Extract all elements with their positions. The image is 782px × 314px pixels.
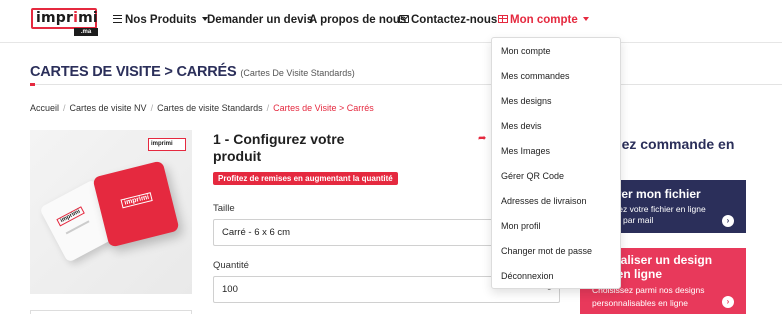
- design-panel-text: personnalisables en ligne: [592, 298, 688, 308]
- breadcrumb-separator: /: [63, 103, 66, 113]
- nav-about[interactable]: A propos de nous: [309, 13, 406, 27]
- title-accent-bar: [30, 83, 35, 86]
- dropdown-item-mes-images[interactable]: Mes Images: [501, 146, 550, 156]
- nav-devis[interactable]: Demander un devis: [207, 13, 313, 27]
- card-logo: imprimi: [120, 192, 154, 209]
- breadcrumb-item[interactable]: Cartes de visite NV: [70, 103, 147, 113]
- design-panel-title: nnaliser un design: [606, 253, 713, 267]
- site-logo[interactable]: imprimi .ma: [31, 8, 99, 36]
- breadcrumb-home[interactable]: Accueil: [30, 103, 59, 113]
- dropdown-item-mes-commandes[interactable]: Mes commandes: [501, 71, 570, 81]
- dropdown-item-adresses[interactable]: Adresses de livraison: [501, 196, 587, 206]
- account-dropdown-menu: Mon compte Mes commandes Mes designs Mes…: [491, 37, 621, 289]
- size-select-value: Carré - 6 x 6 cm: [222, 227, 291, 238]
- thumbnail-strip: [30, 310, 192, 314]
- product-image[interactable]: imprimi imprimi imprimi: [30, 130, 192, 294]
- page-title-subtitle: (Cartes De Visite Standards): [240, 68, 355, 78]
- card-text-line: [65, 220, 90, 235]
- menu-icon: [113, 14, 122, 23]
- page-title: CARTES DE VISITE > CARRÉS (Cartes De Vis…: [30, 64, 355, 80]
- envelope-icon: [399, 14, 409, 23]
- dropdown-item-mon-profil[interactable]: Mon profil: [501, 221, 541, 231]
- page-title-main: CARTES DE VISITE > CARRÉS: [30, 64, 237, 80]
- promo-badge: Profitez de remises en augmentant la qua…: [213, 172, 398, 185]
- order-heading: ssez commande en: [606, 136, 735, 152]
- configure-title: 1 - Configurez votre produit: [213, 131, 345, 164]
- title-divider: [30, 84, 782, 85]
- nav-products[interactable]: Nos Produits: [113, 13, 208, 27]
- breadcrumb-current: Cartes de Visite > Carrés: [273, 103, 374, 113]
- chevron-right-icon: ›: [722, 215, 734, 227]
- nav-account-label: Mon compte: [510, 14, 578, 26]
- logo-wordmark: imprimi: [31, 8, 98, 29]
- nav-account[interactable]: Mon compte: [498, 13, 589, 27]
- dropdown-item-mes-designs[interactable]: Mes designs: [501, 96, 552, 106]
- nav-contact[interactable]: Contactez-nous: [399, 13, 497, 27]
- chevron-down-icon: [582, 16, 589, 21]
- chevron-right-icon: ›: [722, 296, 734, 308]
- dropdown-item-qr-code[interactable]: Gérer QR Code: [501, 171, 564, 181]
- dropdown-item-deconnexion[interactable]: Déconnexion: [501, 271, 554, 281]
- top-navbar: imprimi .ma Nos Produits Demander un dev…: [0, 0, 782, 43]
- quantity-value: 100: [222, 284, 238, 295]
- table-grid-icon: [498, 14, 508, 23]
- nav-products-label: Nos Produits: [125, 14, 197, 26]
- breadcrumb-separator: /: [150, 103, 154, 113]
- dropdown-item-mes-devis[interactable]: Mes devis: [501, 121, 542, 131]
- breadcrumb-item[interactable]: Cartes de visite Standards: [157, 103, 263, 113]
- product-image-logo: imprimi: [148, 138, 186, 151]
- share-icon[interactable]: ➦: [478, 133, 486, 144]
- breadcrumb-separator: /: [266, 103, 270, 113]
- logo-suffix: .ma: [74, 28, 98, 36]
- quantity-label: Quantité: [213, 260, 249, 271]
- breadcrumb: Accueil / Cartes de visite NV / Cartes de vi…: [30, 103, 374, 113]
- size-label: Taille: [213, 203, 235, 214]
- dropdown-item-mon-compte[interactable]: Mon compte: [501, 46, 551, 56]
- nav-contact-label: Contactez-nous: [411, 14, 498, 26]
- dropdown-item-changer-mdp[interactable]: Changer mot de passe: [501, 246, 592, 256]
